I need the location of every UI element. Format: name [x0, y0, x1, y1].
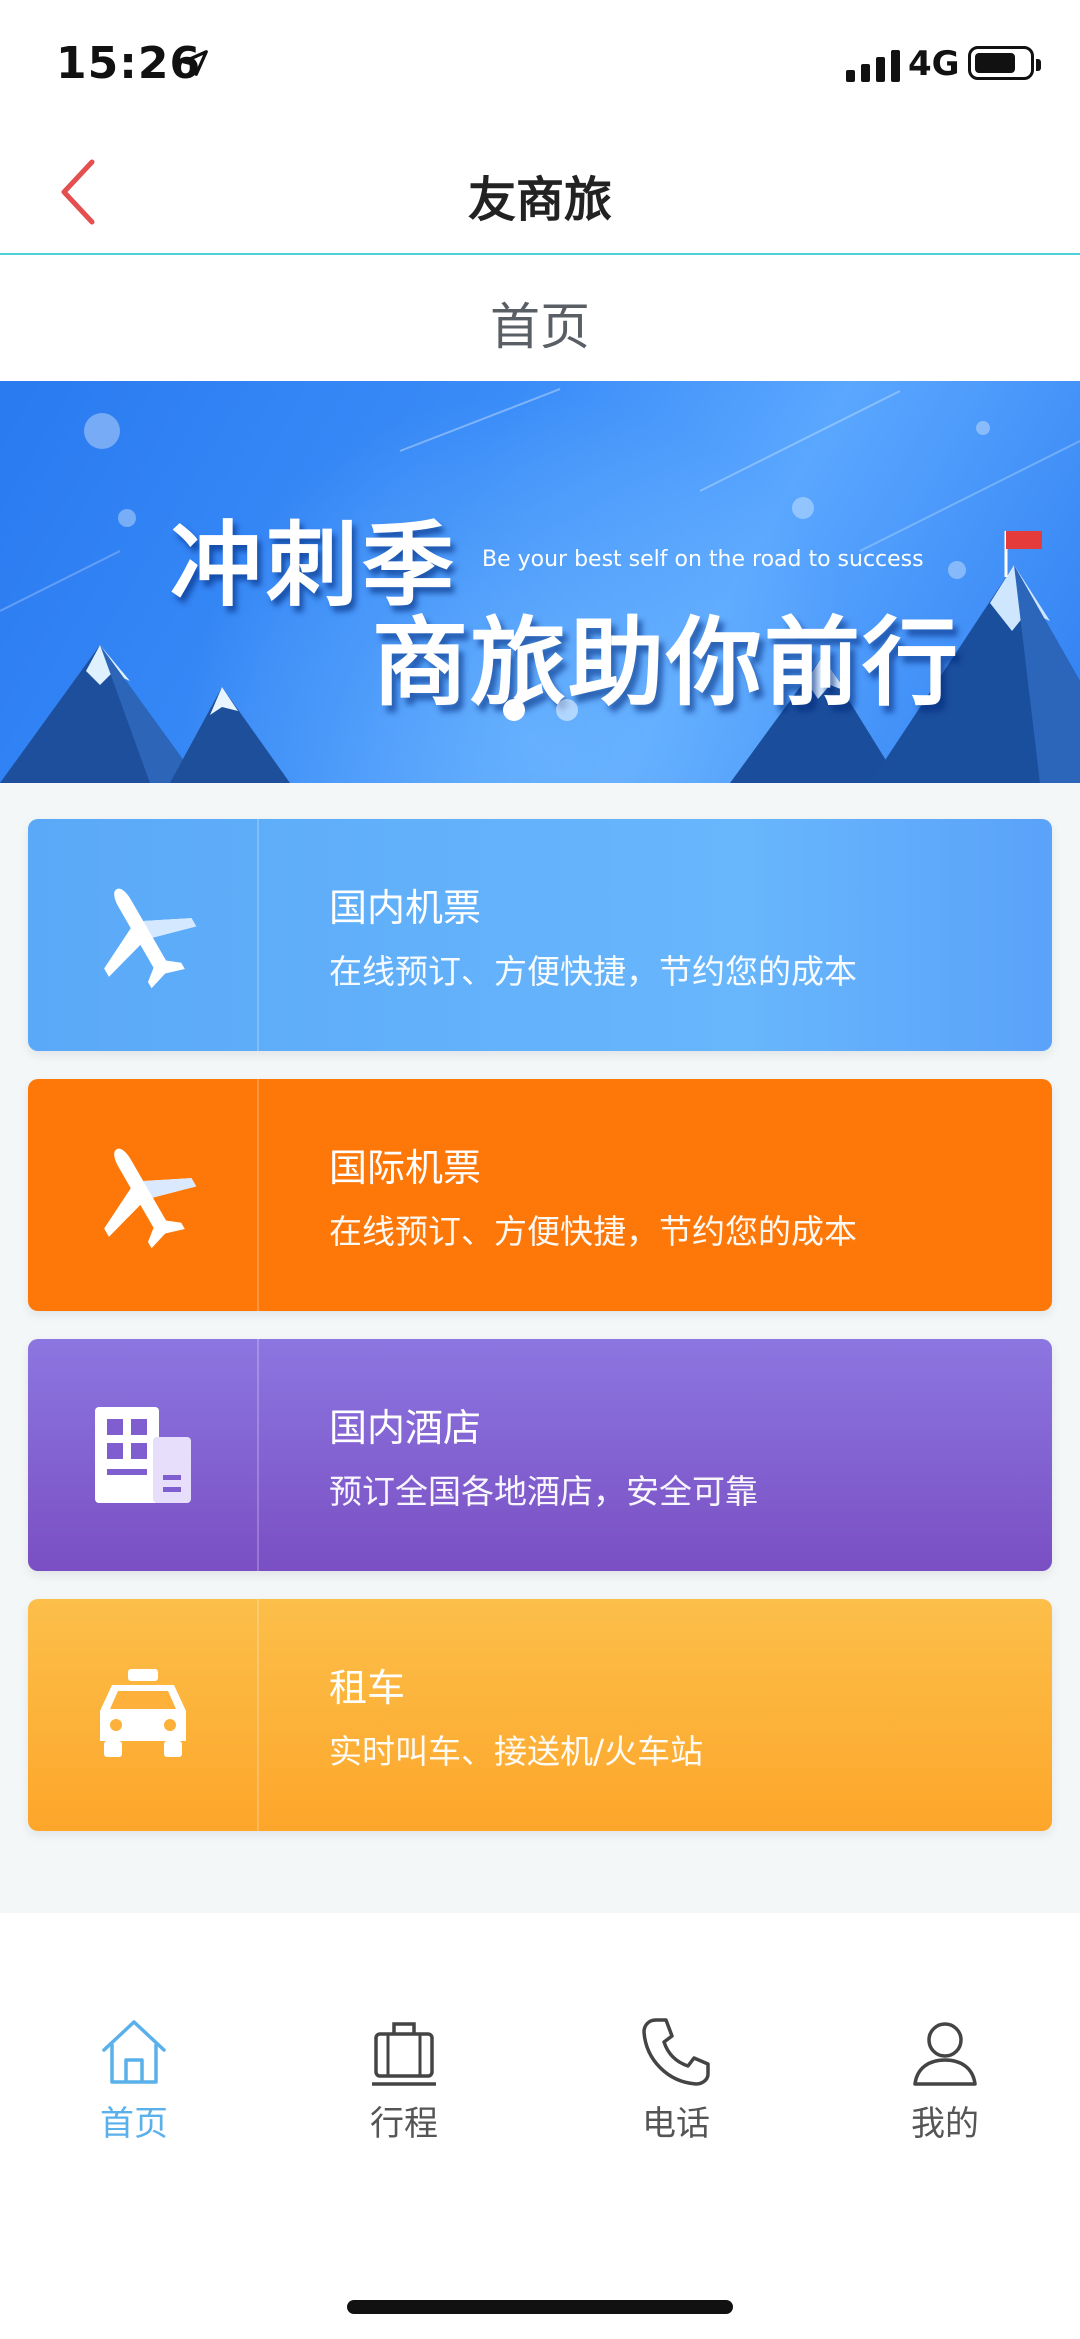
tab-label: 首页 [100, 2104, 168, 2144]
nav-bar: 友商旅 [0, 132, 1080, 255]
signal-icon [846, 50, 900, 82]
service-card-car-rental[interactable]: 租车 实时叫车、接送机/火车站 [28, 1599, 1052, 1831]
banner-pager-dot[interactable] [556, 699, 578, 721]
airplane-icon [103, 888, 196, 989]
service-icon-cell [28, 1079, 259, 1311]
airplane-icon [103, 1148, 196, 1249]
service-title: 国际机票 [329, 1146, 482, 1190]
service-card-domestic-hotel[interactable]: 国内酒店 预订全国各地酒店，安全可靠 [28, 1339, 1052, 1571]
tab-mine[interactable]: 我的 [845, 2012, 1045, 2162]
suitcase-icon [372, 2022, 436, 2086]
banner-pager-dot-active[interactable] [503, 699, 525, 721]
page-subtitle-bar: 首页 [0, 257, 1080, 381]
home-icon [102, 2020, 166, 2084]
service-desc: 预订全国各地酒店，安全可靠 [329, 1472, 758, 1511]
tab-home[interactable]: 首页 [34, 2012, 234, 2162]
bottom-tab-bar: 首页 行程 电话 我的 [0, 2002, 1080, 2339]
service-title: 国内酒店 [329, 1406, 482, 1450]
location-arrow-icon [182, 50, 208, 76]
service-icon-cell [28, 1599, 259, 1831]
hotel-building-icon [94, 1407, 191, 1503]
battery-icon [968, 46, 1041, 80]
banner-tagline: Be your best self on the road to success [482, 547, 924, 572]
promo-banner[interactable]: 冲刺季 Be your best self on the road to suc… [0, 381, 1080, 783]
service-icon-cell [28, 819, 259, 1051]
service-desc: 在线预订、方便快捷，节约您的成本 [329, 1212, 857, 1251]
nav-title: 友商旅 [467, 172, 612, 228]
tab-label: 行程 [370, 2104, 438, 2144]
page-subtitle: 首页 [490, 298, 590, 356]
taxi-icon [99, 1669, 186, 1757]
services-list: 国内机票 在线预订、方便快捷，节约您的成本 国际机票 在线预订、方便快捷，节约您… [0, 783, 1080, 1913]
service-desc: 实时叫车、接送机/火车站 [329, 1732, 704, 1771]
service-desc: 在线预订、方便快捷，节约您的成本 [329, 952, 857, 991]
tab-label: 我的 [911, 2104, 979, 2144]
home-indicator[interactable] [347, 2300, 733, 2314]
tab-itinerary[interactable]: 行程 [304, 2012, 504, 2162]
phone-icon [642, 2018, 710, 2086]
status-bar: 15:26 4G [0, 0, 1080, 132]
user-icon [913, 2022, 977, 2086]
service-title: 国内机票 [329, 886, 482, 930]
service-icon-cell [28, 1339, 259, 1571]
tab-label: 电话 [642, 2104, 710, 2144]
network-type: 4G [908, 44, 960, 84]
banner-subheadline: 商旅助你前行 [372, 607, 960, 719]
service-title: 租车 [329, 1666, 406, 1710]
service-card-international-flight[interactable]: 国际机票 在线预订、方便快捷，节约您的成本 [28, 1079, 1052, 1311]
service-card-domestic-flight[interactable]: 国内机票 在线预订、方便快捷，节约您的成本 [28, 819, 1052, 1051]
tab-phone[interactable]: 电话 [576, 2012, 776, 2162]
